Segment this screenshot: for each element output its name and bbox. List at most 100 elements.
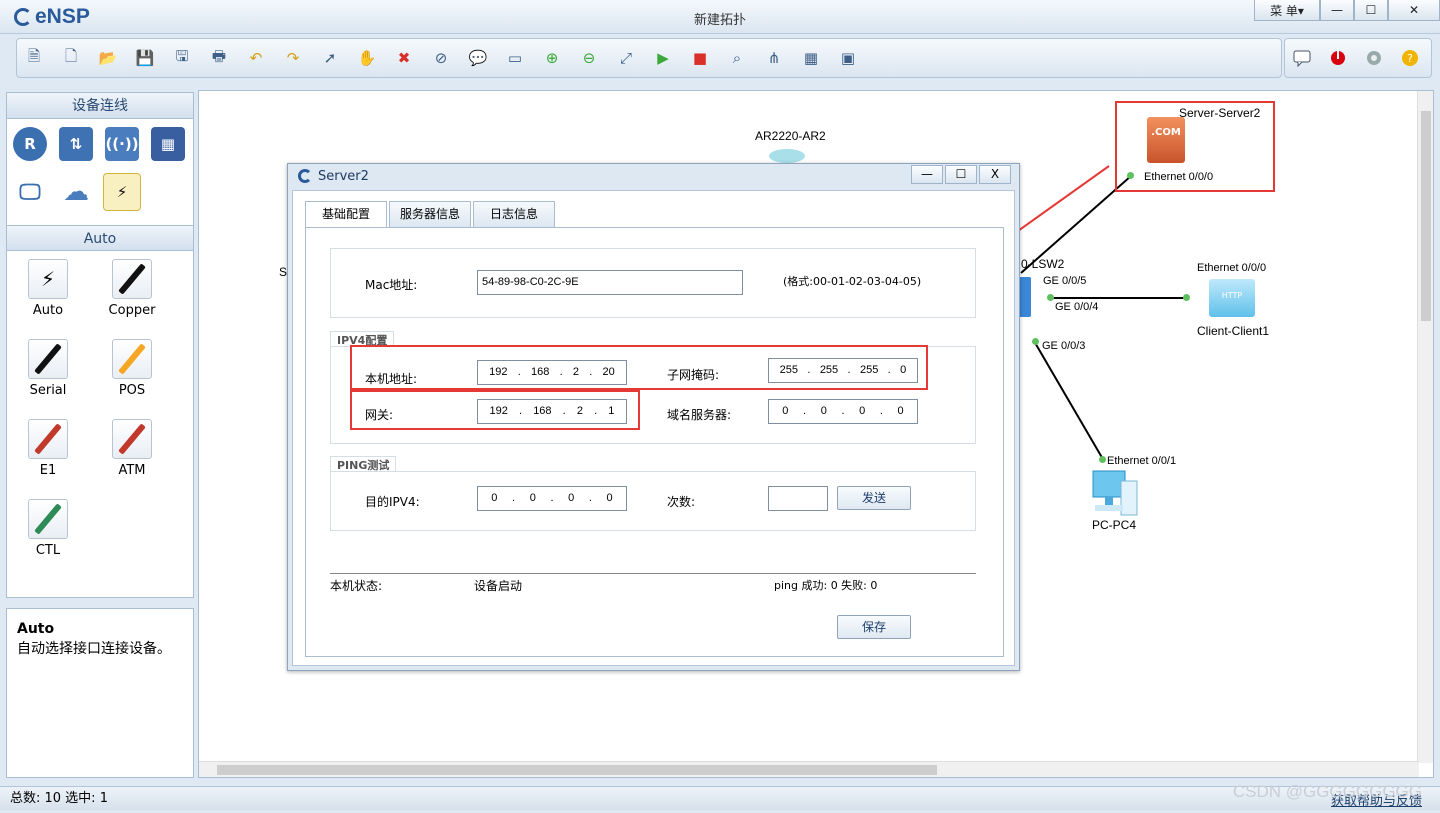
- cable-category-icon[interactable]: ⚡: [103, 173, 141, 211]
- client-node-icon[interactable]: HTTP: [1209, 279, 1255, 317]
- horizontal-scroll-thumb[interactable]: [217, 765, 937, 775]
- basic-config-pane: Mac地址: 54-89-98-C0-2C-9E (格式:00-01-02-03…: [305, 227, 1004, 657]
- console-icon[interactable]: ▣: [837, 47, 859, 69]
- cable-label: ATM: [118, 463, 146, 478]
- ping-result: ping 成功: 0 失败: 0: [774, 579, 878, 592]
- delete-link-icon[interactable]: ⊘: [430, 47, 452, 69]
- state-label: 本机状态:: [330, 579, 383, 593]
- ge005-label: GE 0/0/5: [1043, 275, 1087, 287]
- server-port-label: Ethernet 0/0/0: [1144, 171, 1214, 183]
- ip-octet[interactable]: 0: [821, 400, 827, 423]
- grid-icon[interactable]: ▦: [800, 47, 822, 69]
- ip-octet[interactable]: 0: [859, 400, 865, 423]
- csdn-watermark: CSDN @GGGGGGGGG: [1232, 782, 1422, 801]
- ip-dot: .: [512, 492, 516, 504]
- minimize-button[interactable]: —: [1320, 0, 1354, 21]
- vertical-scrollbar[interactable]: [1417, 91, 1433, 763]
- svg-text:?: ?: [1407, 52, 1413, 65]
- topology-icon[interactable]: ⋔: [763, 47, 785, 69]
- cable-ctl[interactable]: CTL: [16, 499, 80, 558]
- new-blank-icon[interactable]: 🗋: [60, 47, 82, 69]
- cable-serial[interactable]: Serial: [16, 339, 80, 398]
- send-button[interactable]: 发送: [837, 486, 911, 510]
- cable-serial-icon: [28, 339, 68, 379]
- dns-label: 域名服务器:: [667, 408, 732, 422]
- ip-dot: .: [879, 405, 883, 417]
- ip-octet[interactable]: 0: [898, 400, 904, 423]
- dialog-close-button[interactable]: X: [979, 165, 1011, 184]
- cable-auto[interactable]: ⚡ Auto: [16, 259, 80, 318]
- cable-atm[interactable]: ATM: [100, 419, 164, 478]
- pc-node-icon[interactable]: [1091, 469, 1141, 517]
- count-input[interactable]: [768, 486, 828, 511]
- help-icon[interactable]: ?: [1399, 47, 1421, 69]
- vertical-scroll-thumb[interactable]: [1421, 111, 1431, 321]
- mac-label: Mac地址:: [365, 278, 418, 292]
- dst-ip-input[interactable]: 0. 0. 0. 0: [477, 486, 627, 511]
- capture-icon[interactable]: ⌕: [726, 47, 748, 69]
- cable-e1[interactable]: E1: [16, 419, 80, 478]
- new-topo-icon[interactable]: 🗎: [23, 47, 45, 69]
- link-pc[interactable]: [1033, 340, 1105, 462]
- tab-log-info[interactable]: 日志信息: [473, 201, 555, 227]
- zoom-out-icon[interactable]: ⊖: [578, 47, 600, 69]
- save-as-icon[interactable]: 🖫: [171, 47, 193, 69]
- text-icon[interactable]: 💬: [467, 47, 489, 69]
- start-icon[interactable]: ▶: [652, 47, 674, 69]
- mac-input[interactable]: 54-89-98-C0-2C-9E: [477, 270, 743, 295]
- cable-label: POS: [118, 383, 146, 398]
- tab-basic-config[interactable]: 基础配置: [305, 201, 387, 228]
- print-icon[interactable]: 🖶: [208, 47, 230, 69]
- switch-node-icon[interactable]: [1019, 277, 1031, 317]
- hand-icon[interactable]: ✋: [356, 47, 378, 69]
- dialog-minimize-button[interactable]: —: [911, 165, 943, 184]
- ip-octet[interactable]: 0: [782, 400, 788, 423]
- dialog-title: Server2: [318, 168, 369, 184]
- pc-icon[interactable]: 🖵: [13, 175, 47, 209]
- maximize-button[interactable]: ☐: [1354, 0, 1388, 21]
- ip-octet[interactable]: 0: [607, 487, 613, 510]
- cable-pos[interactable]: POS: [100, 339, 164, 398]
- settings-icon[interactable]: [1363, 47, 1385, 69]
- dns-input[interactable]: 0. 0. 0. 0: [768, 399, 918, 424]
- toolbar-right: ?: [1284, 38, 1432, 78]
- server-node-icon[interactable]: .COM: [1147, 117, 1185, 163]
- router-node-icon[interactable]: [769, 149, 805, 163]
- delete-icon[interactable]: ✖: [393, 47, 415, 69]
- port-dot: [1047, 294, 1054, 301]
- select-icon[interactable]: ➚: [319, 47, 341, 69]
- menu-button[interactable]: 菜 单▾: [1254, 0, 1320, 21]
- firewall-icon[interactable]: ▦: [151, 127, 185, 161]
- undo-icon[interactable]: ↶: [245, 47, 267, 69]
- message-icon[interactable]: [1291, 47, 1313, 69]
- zoom-in-icon[interactable]: ⊕: [541, 47, 563, 69]
- rectangle-icon[interactable]: ▭: [504, 47, 526, 69]
- wireless-icon[interactable]: ((·)): [105, 127, 139, 161]
- cloud-icon[interactable]: ☁: [59, 175, 93, 209]
- close-button[interactable]: ✕: [1388, 0, 1440, 21]
- ip-octet[interactable]: 0: [491, 487, 497, 510]
- save-icon[interactable]: 💾: [134, 47, 156, 69]
- stop-icon[interactable]: ■: [689, 47, 711, 69]
- save-button[interactable]: 保存: [837, 615, 911, 639]
- fit-icon[interactable]: ⤢: [615, 47, 637, 69]
- ip-mask-highlight: [350, 345, 928, 390]
- huawei-icon[interactable]: [1327, 47, 1349, 69]
- dialog-maximize-button[interactable]: ☐: [945, 165, 977, 184]
- open-icon[interactable]: 📂: [97, 47, 119, 69]
- port-dot: [1032, 338, 1039, 345]
- router-icon[interactable]: R: [13, 127, 47, 161]
- horizontal-scrollbar[interactable]: [199, 761, 1419, 777]
- redo-icon[interactable]: ↷: [282, 47, 304, 69]
- port-dot: [1183, 294, 1190, 301]
- switch-icon[interactable]: ⇅: [59, 127, 93, 161]
- window-title: 新建拓扑: [693, 13, 746, 28]
- pc-label: PC-PC4: [1092, 518, 1137, 532]
- ip-octet[interactable]: 0: [530, 487, 536, 510]
- tab-server-info[interactable]: 服务器信息: [389, 201, 471, 227]
- cable-copper[interactable]: Copper: [100, 259, 164, 318]
- ip-octet[interactable]: 0: [568, 487, 574, 510]
- router-label: AR2220-AR2: [755, 129, 826, 143]
- cable-copper-icon: [112, 259, 152, 299]
- main-toolbar: 🗎 🗋 📂 💾 🖫 🖶 ↶ ↷ ➚ ✋ ✖ ⊘ 💬 ▭ ⊕ ⊖ ⤢ ▶ ■ ⌕ ⋔ ▦ ▣: [16, 38, 1282, 78]
